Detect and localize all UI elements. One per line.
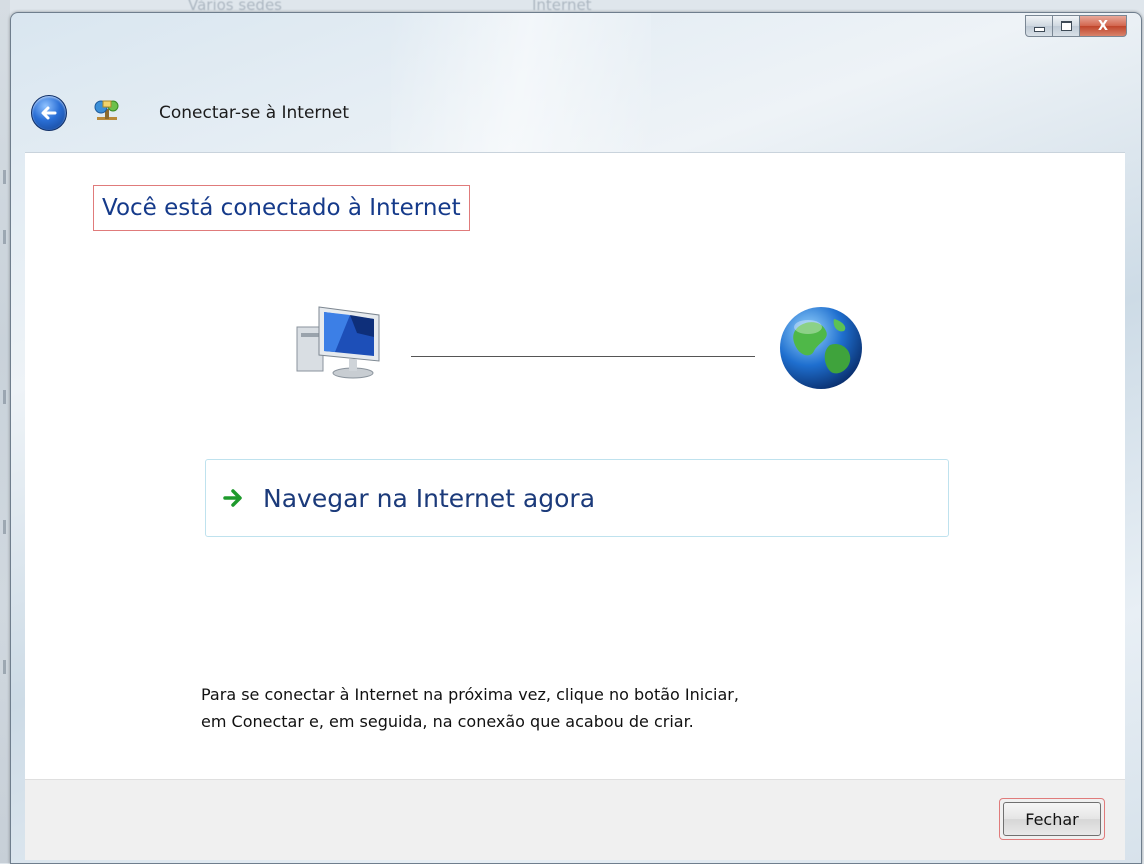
connection-line [411,356,755,357]
close-button[interactable]: Fechar [1003,802,1101,836]
maximize-button[interactable] [1053,15,1080,37]
window-close-button[interactable]: X [1080,15,1127,37]
wizard-window: X Conectar-se à Internet Você está conec… [10,12,1142,864]
back-button[interactable] [31,95,67,131]
caption-buttons: X [1025,15,1127,37]
network-wizard-icon [94,100,119,120]
close-button-highlight: Fechar [999,798,1105,840]
close-icon: X [1097,18,1109,34]
wizard-footer: Fechar [25,779,1125,860]
instruction-text: Para se conectar à Internet na próxima v… [201,681,921,735]
back-arrow-icon [41,106,57,120]
browse-internet-now-link[interactable]: Navegar na Internet agora [205,459,949,537]
instruction-line: em Conectar e, em seguida, na conexão qu… [201,712,694,731]
minimize-icon [1033,26,1045,32]
window-title: Conectar-se à Internet [159,103,350,123]
green-arrow-icon [223,489,242,507]
computer-icon [296,306,380,379]
globe-icon [780,307,862,389]
maximize-icon [1060,21,1072,31]
page-title: Você está conectado à Internet [93,185,470,231]
wizard-content: Você está conectado à Internet Navegar n… [25,152,1125,779]
desktop-left-edge [0,0,10,863]
instruction-line: Para se conectar à Internet na próxima v… [201,685,739,704]
minimize-button[interactable] [1025,15,1053,37]
browse-internet-now-label: Navegar na Internet agora [263,483,596,513]
